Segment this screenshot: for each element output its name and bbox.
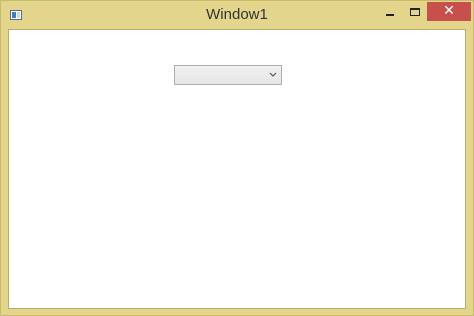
close-button[interactable]: ✕ [427, 2, 471, 21]
minimize-button[interactable] [377, 3, 403, 23]
chevron-down-icon[interactable] [269, 69, 277, 81]
combobox[interactable] [174, 65, 282, 85]
window-content [8, 29, 466, 309]
close-icon: ✕ [443, 3, 455, 19]
window-app-icon[interactable] [10, 10, 22, 20]
maximize-button[interactable] [402, 3, 428, 23]
title-bar[interactable]: Window1 ✕ [1, 1, 473, 29]
app-window: Window1 ✕ [0, 0, 474, 316]
